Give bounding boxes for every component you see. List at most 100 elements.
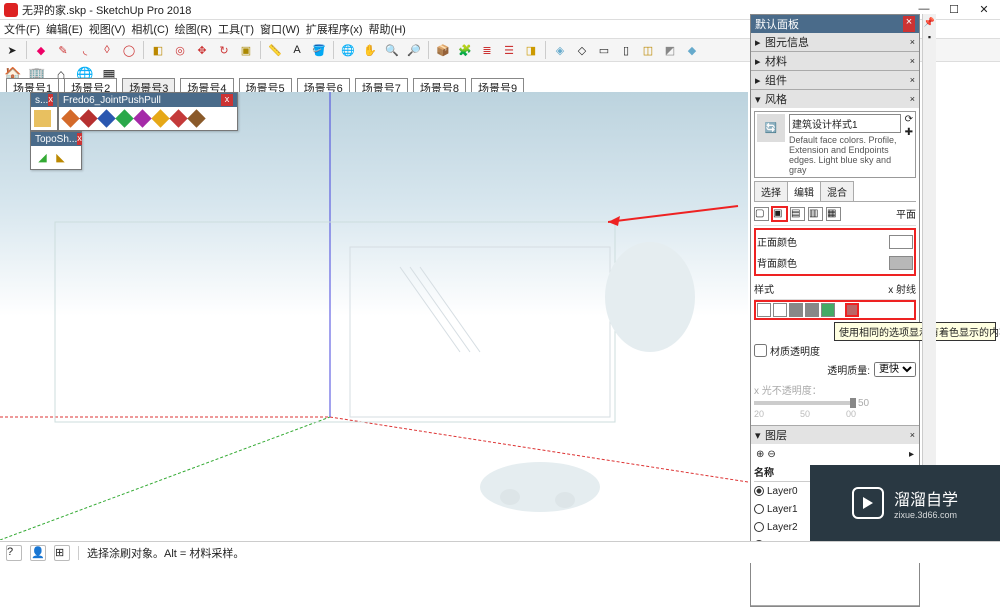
jpp-icon[interactable] (188, 110, 205, 127)
subtab-mix[interactable]: 混合 (820, 181, 854, 201)
jpp-icon[interactable] (98, 110, 115, 127)
layers-icon[interactable]: ≣ (477, 40, 497, 60)
front-color-swatch[interactable] (889, 235, 913, 249)
face-settings-icon[interactable]: ▣ (772, 207, 787, 221)
orbit-tool-icon[interactable]: 🌐 (338, 40, 358, 60)
section-header[interactable]: ▸ 组件 × (751, 71, 919, 89)
close-icon[interactable]: x (221, 94, 233, 106)
select-tool-icon[interactable]: ➤ (2, 40, 22, 60)
pushpull-tool-icon[interactable]: ◧ (148, 40, 168, 60)
layer-add-icon[interactable]: ⊕ (756, 449, 764, 460)
floater-title[interactable]: TopoSh... x (31, 132, 81, 146)
tape-tool-icon[interactable]: 📏 (265, 40, 285, 60)
toposhaper-icon[interactable]: ◢ (34, 149, 51, 166)
close-icon[interactable]: × (903, 16, 915, 32)
style-update-icon[interactable]: ⟳ (905, 114, 913, 125)
palette-icon[interactable] (34, 110, 51, 127)
menu-tools[interactable]: 工具(T) (218, 21, 254, 37)
jpp-icon[interactable] (62, 110, 79, 127)
floater-small[interactable]: s...x (30, 92, 58, 131)
rectangle-tool-icon[interactable]: ◊ (97, 40, 117, 60)
menu-file[interactable]: 文件(F) (4, 21, 40, 37)
collapse-icon[interactable]: × (910, 430, 915, 440)
text-tool-icon[interactable]: A (287, 40, 307, 60)
subtab-select[interactable]: 选择 (754, 181, 788, 201)
eraser-tool-icon[interactable]: ◆ (31, 40, 51, 60)
zoom-tool-icon[interactable]: 🔍 (382, 40, 402, 60)
layers-menu-icon[interactable]: ▸ (909, 449, 914, 460)
menu-view[interactable]: 视图(V) (89, 21, 126, 37)
paint-tool-icon[interactable]: 🪣 (309, 40, 329, 60)
top-view-icon[interactable]: ◇ (572, 40, 592, 60)
rotate-tool-icon[interactable]: ↻ (214, 40, 234, 60)
status-icon[interactable]: ⊞ (54, 545, 70, 561)
jpp-icon[interactable] (80, 110, 97, 127)
scale-tool-icon[interactable]: ▣ (236, 40, 256, 60)
collapse-icon[interactable]: × (910, 75, 915, 85)
right-view-icon[interactable]: ▯ (616, 40, 636, 60)
back-color-swatch[interactable] (889, 256, 913, 270)
menu-window[interactable]: 窗口(W) (260, 21, 300, 37)
warehouse-icon[interactable]: 📦 (433, 40, 453, 60)
offset-tool-icon[interactable]: ◎ (170, 40, 190, 60)
modeling-settings-icon[interactable]: ▦ (826, 207, 841, 221)
section-header[interactable]: ▸ 材料 × (751, 52, 919, 70)
pencil-tool-icon[interactable]: ✎ (53, 40, 73, 60)
opacity-slider[interactable] (754, 401, 854, 405)
trans-quality-select[interactable]: 更快 (874, 362, 916, 377)
mono-mode-icon[interactable] (821, 303, 835, 317)
circle-tool-icon[interactable]: ◯ (119, 40, 139, 60)
jpp-icon[interactable] (170, 110, 187, 127)
close-icon[interactable]: x (77, 133, 82, 145)
watermark-settings-icon[interactable]: ▥ (808, 207, 823, 221)
layer-radio[interactable] (754, 504, 764, 514)
menu-help[interactable]: 帮助(H) (369, 21, 406, 37)
layer-remove-icon[interactable]: ⊖ (767, 449, 775, 460)
style-name-input[interactable]: 建筑设计样式1 (789, 114, 901, 133)
menu-extensions[interactable]: 扩展程序(x) (306, 21, 363, 37)
hidden-mode-icon[interactable] (773, 303, 787, 317)
bg-settings-icon[interactable]: ▤ (790, 207, 805, 221)
jpp-icon[interactable] (116, 110, 133, 127)
edge-settings-icon[interactable]: ▢ (754, 207, 769, 221)
menu-draw[interactable]: 绘图(R) (175, 21, 212, 37)
jpp-icon[interactable] (152, 110, 169, 127)
close-icon[interactable]: x (48, 94, 53, 106)
zoom-extents-icon[interactable]: 🔎 (404, 40, 424, 60)
strip-item-icon[interactable]: ▪ (924, 32, 936, 44)
collapse-icon[interactable]: × (910, 37, 915, 47)
jpp-icon[interactable] (134, 110, 151, 127)
subtab-edit[interactable]: 编辑 (787, 181, 821, 201)
layer-radio[interactable] (754, 522, 764, 532)
move-tool-icon[interactable]: ✥ (192, 40, 212, 60)
floater-toposh[interactable]: TopoSh... x ◢ ◣ (30, 131, 82, 170)
menu-camera[interactable]: 相机(C) (131, 21, 168, 37)
status-icon[interactable]: ? (6, 545, 22, 561)
collapse-icon[interactable]: × (910, 94, 915, 104)
iso-view-icon[interactable]: ◈ (550, 40, 570, 60)
section-header[interactable]: ▸ 图元信息 × (751, 33, 919, 51)
style-new-icon[interactable]: ✚ (905, 127, 913, 138)
left-view-icon[interactable]: ◩ (660, 40, 680, 60)
outliner-icon[interactable]: ☰ (499, 40, 519, 60)
floater-fredo6[interactable]: Fredo6_JointPushPull x (58, 92, 238, 131)
front-view-icon[interactable]: ▭ (594, 40, 614, 60)
collapse-icon[interactable]: × (910, 56, 915, 66)
style-thumb-icon[interactable]: 🔄 (757, 114, 785, 142)
section-icon[interactable]: ◨ (521, 40, 541, 60)
section-header[interactable]: ▾ 风格 × (751, 90, 919, 108)
strip-pin-icon[interactable]: 📌 (924, 17, 936, 29)
status-icon[interactable]: 👤 (30, 545, 46, 561)
section-header[interactable]: ▾ 图层 × (751, 426, 919, 444)
toposhaper-icon[interactable]: ◣ (52, 149, 69, 166)
style-icon[interactable]: ◆ (682, 40, 702, 60)
close-button[interactable]: ✕ (978, 3, 990, 16)
layer-radio[interactable] (754, 486, 764, 496)
pan-tool-icon[interactable]: ✋ (360, 40, 380, 60)
arc-tool-icon[interactable]: ◟ (75, 40, 95, 60)
shaded-mode-icon[interactable] (789, 303, 803, 317)
floater-title[interactable]: Fredo6_JointPushPull x (59, 93, 237, 107)
shaded-tex-mode-icon[interactable] (805, 303, 819, 317)
viewport[interactable] (0, 92, 748, 540)
wireframe-mode-icon[interactable] (757, 303, 771, 317)
